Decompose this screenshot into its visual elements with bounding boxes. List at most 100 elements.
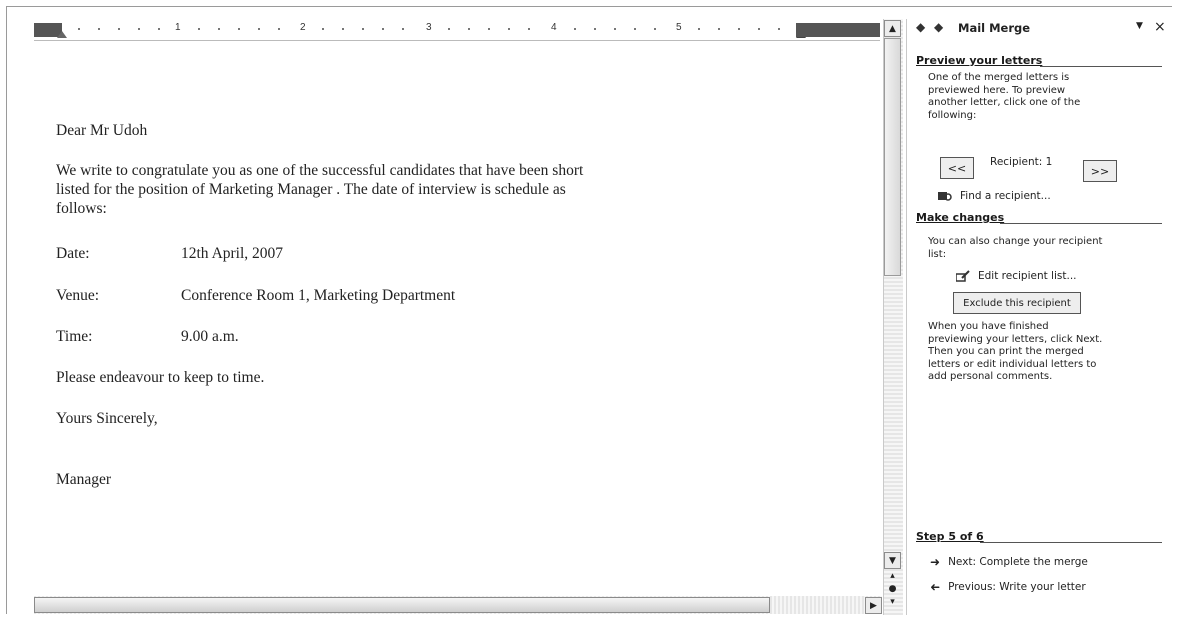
scroll-right-button[interactable]: ▶ <box>865 597 882 614</box>
previous-recipient-button[interactable]: << <box>940 157 974 179</box>
arrow-left-icon: ➜ <box>930 580 941 594</box>
next-page-button[interactable]: ▾ <box>884 595 901 609</box>
ruler-tick <box>758 28 760 30</box>
task-pane-title: Mail Merge <box>958 21 1031 35</box>
ruler-tick <box>278 28 280 30</box>
recipient-counter: Recipient: 1 <box>990 156 1053 168</box>
exclude-recipient-button[interactable]: Exclude this recipient <box>953 292 1081 314</box>
ruler-tick <box>594 28 596 30</box>
step-heading: Step 5 of 6 <box>916 530 984 543</box>
find-recipient-link[interactable]: Find a recipient... <box>938 190 1051 202</box>
vertical-scroll-thumb[interactable] <box>884 38 901 276</box>
arrow-right-icon: ➜ <box>930 555 941 569</box>
section-divider <box>980 542 1162 543</box>
signature: Manager <box>56 471 112 488</box>
task-pane-header: ◆ ◆ Mail Merge ▼ × <box>906 19 1170 37</box>
ruler-tick <box>98 28 100 30</box>
letter-body-line: We write to congratulate you as one of t… <box>56 162 584 179</box>
ruler-tick <box>198 28 200 30</box>
ruler-tick <box>738 28 740 30</box>
document-page[interactable] <box>34 19 884 599</box>
signoff: Yours Sincerely, <box>56 410 158 427</box>
changes-heading: Make changes <box>916 211 1005 224</box>
ruler-mark: 4 <box>551 22 557 33</box>
edit-recipient-list-link[interactable]: Edit recipient list... <box>955 270 1077 282</box>
preview-text-line: following: <box>928 109 977 121</box>
previous-step-label: Previous: Write your letter <box>948 581 1086 593</box>
ruler-tick <box>614 28 616 30</box>
ruler-tick <box>158 28 160 30</box>
preview-text-line: One of the merged letters is <box>928 72 1070 83</box>
letter-salutation: Dear Mr Udoh <box>56 122 148 139</box>
finish-text-line: Then you can print the merged <box>928 346 1084 357</box>
ruler-tick <box>402 28 404 30</box>
ruler-tick <box>528 28 530 30</box>
edit-list-label: Edit recipient list... <box>978 270 1077 282</box>
ruler-tick <box>634 28 636 30</box>
ruler-tick <box>78 28 80 30</box>
closing-note: Please endeavour to keep to time. <box>56 369 265 386</box>
next-step-label: Next: Complete the merge <box>948 556 1088 568</box>
horizontal-scroll-thumb[interactable] <box>34 597 770 613</box>
ruler-tick <box>574 28 576 30</box>
ruler-tick <box>382 28 384 30</box>
preview-instructions: One of the merged letters is previewed h… <box>928 72 1080 122</box>
changes-text-line: You can also change your recipient <box>928 236 1103 247</box>
arrow-down-icon: ▼ <box>889 555 896 566</box>
finish-text-line: When you have finished <box>928 321 1049 332</box>
ruler-tick <box>778 28 780 30</box>
ruler-tick <box>448 28 450 30</box>
scroll-down-button[interactable]: ▼ <box>884 552 901 569</box>
ruler-right-margin[interactable] <box>796 23 880 37</box>
section-divider <box>1000 223 1162 224</box>
next-step-link[interactable]: ➜ Next: Complete the merge <box>930 555 1088 569</box>
venue-label: Venue: <box>56 287 100 304</box>
ruler-tick <box>238 28 240 30</box>
double-down-icon: ▾ <box>890 597 895 607</box>
ruler-tick <box>258 28 260 30</box>
ruler-mark: 2 <box>300 22 306 33</box>
find-recipient-icon <box>938 190 952 202</box>
preview-text-line: previewed here. To preview <box>928 84 1066 96</box>
pane-menu-chevron-icon[interactable]: ▼ <box>1136 21 1143 31</box>
finish-text-line: letters or edit individual letters to <box>928 358 1097 370</box>
ruler-tick <box>362 28 364 30</box>
close-icon[interactable]: × <box>1154 19 1166 35</box>
venue-value: Conference Room 1, Marketing Department <box>181 287 456 304</box>
letter-body-line: listed for the position of Marketing Man… <box>56 181 566 198</box>
preview-heading: Preview your letters <box>916 54 1043 67</box>
ruler-tick <box>718 28 720 30</box>
double-up-icon: ▴ <box>890 571 895 581</box>
arrow-up-icon: ▲ <box>889 23 896 34</box>
preview-text-line: another letter, click one of the <box>928 97 1081 108</box>
ruler-tick <box>654 28 656 30</box>
edit-list-icon <box>955 270 970 282</box>
finish-text-line: previewing your letters, click Next. <box>928 333 1103 345</box>
ruler-tick <box>138 28 140 30</box>
previous-step-link[interactable]: ➜ Previous: Write your letter <box>930 580 1086 594</box>
next-recipient-button[interactable]: >> <box>1083 160 1117 182</box>
back-arrow-icon[interactable]: ◆ <box>916 20 925 34</box>
section-divider <box>1040 66 1162 67</box>
ruler-indent-marker[interactable] <box>57 31 67 38</box>
ruler-mark: 1 <box>175 22 181 33</box>
ruler-tick <box>218 28 220 30</box>
finish-text-line: add personal comments. <box>928 371 1053 382</box>
ruler-mark: 5 <box>676 22 682 33</box>
ruler-tick <box>488 28 490 30</box>
horizontal-ruler[interactable]: 1 2 3 4 5 <box>34 19 880 41</box>
ruler-tick <box>322 28 324 30</box>
date-value: 12th April, 2007 <box>181 245 284 262</box>
previous-page-button[interactable]: ▴ <box>884 569 901 583</box>
changes-text-line: list: <box>928 248 947 260</box>
browse-object-icon: ● <box>888 584 897 594</box>
ruler-tick <box>508 28 510 30</box>
time-value: 9.00 a.m. <box>181 328 239 345</box>
scroll-up-button[interactable]: ▲ <box>884 20 901 37</box>
select-browse-object-button[interactable]: ● <box>884 582 901 596</box>
ruler-tick <box>118 28 120 30</box>
forward-arrow-icon[interactable]: ◆ <box>934 20 943 34</box>
ruler-tick <box>468 28 470 30</box>
date-label: Date: <box>56 245 90 262</box>
ruler-tick <box>342 28 344 30</box>
